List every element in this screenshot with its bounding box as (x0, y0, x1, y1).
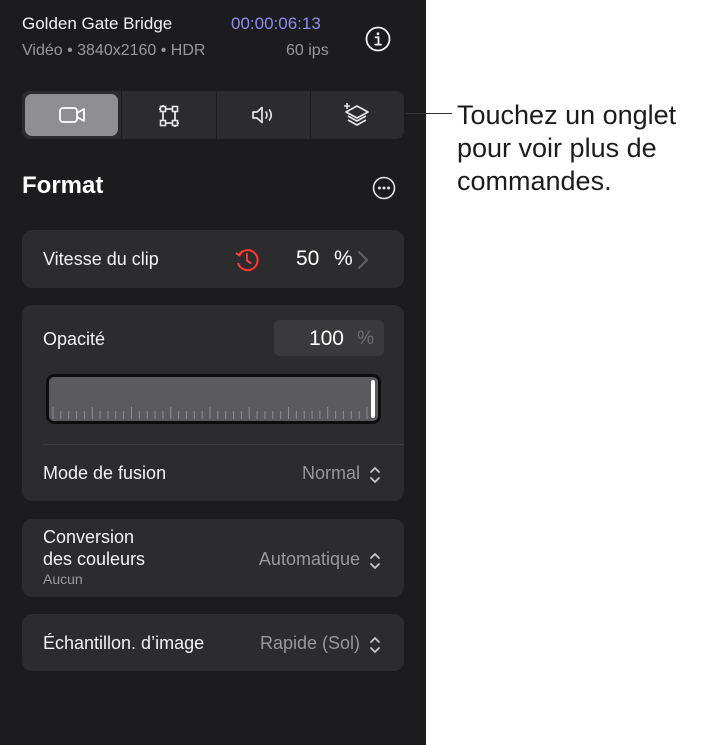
clip-meta: Vidéo • 3840x2160 • HDR (22, 42, 206, 59)
clip-speed-value: 50 (296, 247, 320, 270)
opacity-card: Opacité 100 % Mode de fusion Normal (22, 305, 404, 501)
opacity-unit: % (357, 328, 374, 349)
clip-speed-label: Vitesse du clip (43, 249, 159, 269)
info-icon (365, 26, 391, 52)
clip-speed-unit: % (334, 247, 353, 270)
color-conversion-sub: Aucun (43, 571, 83, 587)
timecode: 00:00:06:13 (231, 14, 321, 33)
opacity-field[interactable]: 100 % (274, 320, 384, 356)
frame-sampling-value[interactable]: Rapide (Sol) (260, 633, 360, 654)
tab-effects[interactable] (309, 91, 404, 139)
callout-line (406, 113, 452, 114)
blend-mode-value[interactable]: Normal (302, 463, 360, 484)
video-camera-icon (58, 107, 85, 123)
inspector-tab-bar (22, 91, 404, 139)
tab-transform[interactable] (121, 91, 215, 139)
tab-video[interactable] (25, 94, 119, 136)
more-button[interactable] (371, 175, 397, 201)
opacity-value: 100 (308, 327, 344, 350)
section-title: Format (22, 172, 104, 199)
speed-clock-icon (235, 249, 259, 272)
divider (43, 444, 404, 445)
speaker-icon (252, 106, 273, 124)
frame-sampling-label: Échantillon. d’image (43, 633, 205, 653)
clip-title: Golden Gate Bridge (22, 14, 173, 33)
clip-fps: 60 ips (286, 42, 329, 59)
chevron-up-down-icon[interactable] (368, 551, 382, 571)
frame-sampling-row[interactable]: Échantillon. d’image Rapide (Sol) (22, 614, 404, 671)
callout-text: Touchez un onglet pour voir plus de comm… (457, 100, 677, 196)
info-button[interactable] (364, 25, 392, 53)
more-icon (372, 176, 396, 200)
color-conversion-label-2: des couleurs (43, 549, 146, 569)
slider-ticks (52, 407, 368, 419)
color-conversion-label-1: Conversion (43, 527, 135, 547)
blend-mode-label: Mode de fusion (43, 463, 167, 483)
color-conversion-value[interactable]: Automatique (259, 549, 360, 570)
inspector-panel: Golden Gate Bridge 00:00:06:13 Vidéo • 3… (0, 0, 426, 745)
color-conversion-row[interactable]: Conversion des couleurs Aucun Automatiqu… (22, 519, 404, 597)
chevron-right-icon (358, 251, 368, 269)
opacity-label: Opacité (43, 329, 106, 349)
tab-audio[interactable] (215, 91, 310, 139)
slider-thumb[interactable] (371, 380, 375, 418)
opacity-slider[interactable] (46, 374, 381, 424)
chevron-up-down-icon[interactable] (368, 635, 382, 655)
chevron-up-down-icon[interactable] (368, 465, 382, 485)
layers-icon (344, 103, 370, 126)
clip-speed-row[interactable]: Vitesse du clip 50 % (22, 230, 404, 288)
transform-icon (158, 105, 179, 127)
